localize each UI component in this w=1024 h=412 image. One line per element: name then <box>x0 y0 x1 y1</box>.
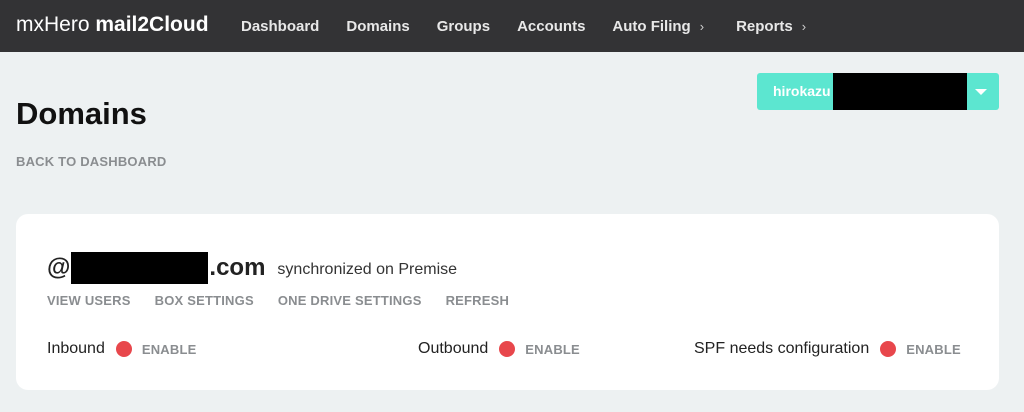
caret-down-icon <box>975 89 987 95</box>
status-label: Inbound <box>47 340 105 357</box>
nav-item-label: Dashboard <box>241 17 320 35</box>
enable-inbound-button[interactable]: ENABLE <box>142 342 197 357</box>
status-dot-icon <box>880 341 897 357</box>
redacted-block <box>71 252 209 284</box>
main-nav: Dashboard Domains Groups Accounts Auto F… <box>241 0 833 52</box>
inbound-status: Inbound ENABLE <box>47 340 197 358</box>
status-dot-icon <box>499 341 516 357</box>
domain-card: @ .com synchronized on Premise VIEW USER… <box>16 214 999 390</box>
nav-item-auto-filing[interactable]: Auto Filing › <box>612 18 704 35</box>
nav-item-label: Domains <box>346 17 410 35</box>
nav-item-label: Groups <box>436 17 491 35</box>
domain-heading: @ .com synchronized on Premise <box>47 252 457 284</box>
box-settings-link[interactable]: BOX SETTINGS <box>155 293 254 308</box>
nav-item-domains[interactable]: Domains <box>346 18 409 35</box>
nav-item-dashboard[interactable]: Dashboard <box>241 18 319 35</box>
nav-item-groups[interactable]: Groups <box>437 18 490 35</box>
status-dot-icon <box>115 341 132 357</box>
user-account-dropdown[interactable]: hirokazu <box>757 73 999 110</box>
page-title: Domains <box>16 96 147 131</box>
domain-suffix: .com <box>209 254 266 281</box>
domain-prefix: @ <box>47 254 71 281</box>
spf-status: SPF needs configuration ENABLE <box>694 340 961 358</box>
back-to-dashboard-link[interactable]: BACK TO DASHBOARD <box>16 154 167 169</box>
redacted-block <box>833 73 967 110</box>
top-nav-bar: mxHero mail2Cloud Dashboard Domains Grou… <box>0 0 1024 52</box>
chevron-right-icon: › <box>801 18 807 34</box>
nav-item-reports[interactable]: Reports › <box>736 18 806 35</box>
one-drive-settings-link[interactable]: ONE DRIVE SETTINGS <box>278 293 422 308</box>
enable-outbound-button[interactable]: ENABLE <box>525 342 580 357</box>
view-users-link[interactable]: VIEW USERS <box>47 293 131 308</box>
sync-status: synchronized on Premise <box>277 261 458 278</box>
refresh-link[interactable]: REFRESH <box>446 293 510 308</box>
brand-prefix: mxHero <box>16 13 90 36</box>
domain-actions: VIEW USERS BOX SETTINGS ONE DRIVE SETTIN… <box>47 293 533 308</box>
user-name: hirokazu <box>773 83 831 99</box>
chevron-right-icon: › <box>699 18 705 34</box>
status-label: Outbound <box>418 340 489 357</box>
nav-item-label: Accounts <box>517 17 586 35</box>
nav-item-label: Reports <box>736 17 793 35</box>
brand-product: mail2Cloud <box>95 13 209 36</box>
nav-item-label: Auto Filing <box>612 17 691 35</box>
nav-item-accounts[interactable]: Accounts <box>517 18 585 35</box>
outbound-status: Outbound ENABLE <box>418 340 580 358</box>
status-label: SPF needs configuration <box>694 340 870 357</box>
enable-spf-button[interactable]: ENABLE <box>906 342 961 357</box>
brand-logo[interactable]: mxHero mail2Cloud <box>16 13 209 37</box>
